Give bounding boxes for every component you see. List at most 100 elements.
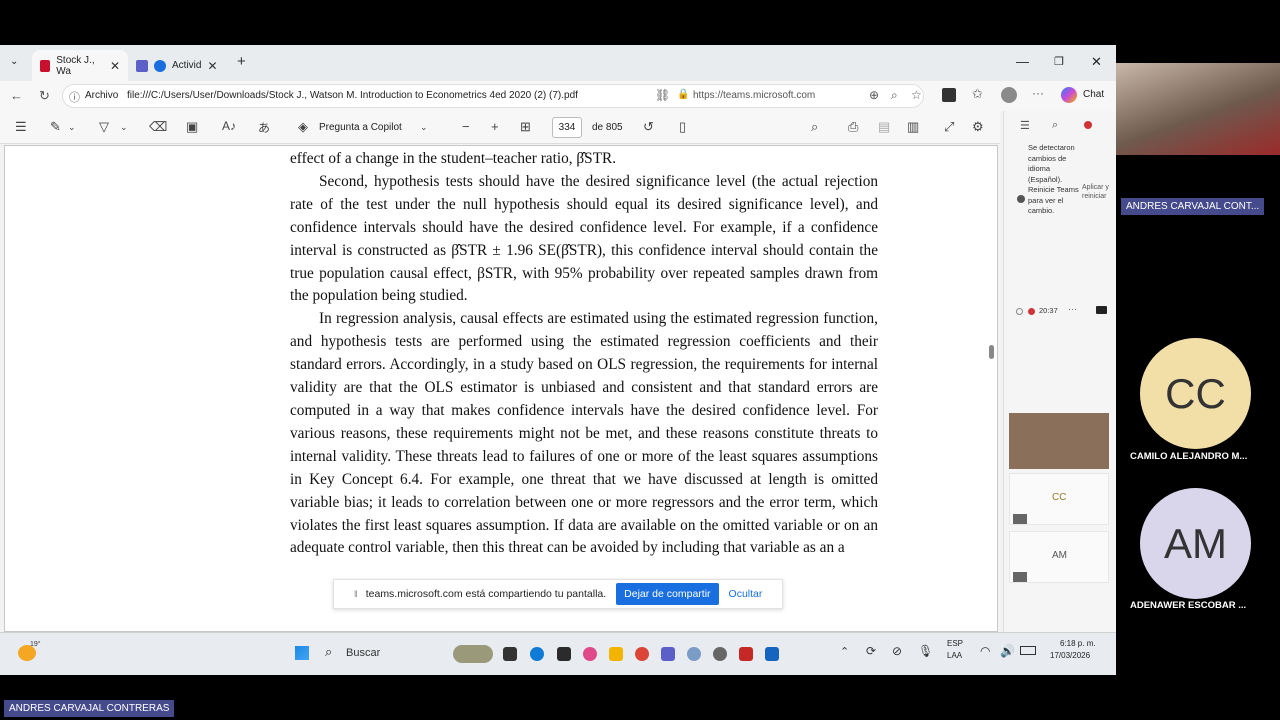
settings-icon[interactable]: ⚙ xyxy=(972,119,984,135)
battery-icon[interactable] xyxy=(1020,646,1036,655)
microphone-icon[interactable]: 🎙 xyxy=(918,644,933,658)
search-icon[interactable]: ⌕ xyxy=(811,119,818,135)
participant-initials: AM xyxy=(1052,550,1067,561)
secondary-url[interactable]: https://teams.microsoft.com xyxy=(693,90,815,101)
recording-icon xyxy=(154,59,166,72)
address-bar[interactable]: ⓘ Archivo file:///C:/Users/User/Download… xyxy=(62,84,924,108)
chevron-down-icon[interactable]: ⌄ xyxy=(420,122,428,133)
outlook-icon[interactable] xyxy=(765,647,779,661)
minimize-icon[interactable]: — xyxy=(1016,54,1029,69)
pdf-scrollbar[interactable] xyxy=(989,150,995,630)
favorite-star-icon[interactable]: ☆ xyxy=(911,88,922,102)
wifi-icon[interactable]: ◠ xyxy=(980,644,990,658)
participant-avatar-am[interactable]: AM xyxy=(1140,488,1251,599)
windows-start-icon[interactable] xyxy=(295,646,309,660)
language-top[interactable]: ESP xyxy=(947,639,963,648)
weather-temp: 19° xyxy=(30,641,41,648)
translate-icon[interactable]: ⊕ xyxy=(869,88,879,102)
page-number-input[interactable]: 334 xyxy=(552,117,582,138)
volume-icon[interactable]: 🔊 xyxy=(1000,644,1015,658)
rotate-icon[interactable]: ↺ xyxy=(643,119,654,135)
clock-time[interactable]: 6:18 p. m. xyxy=(1060,639,1096,648)
save-as-icon[interactable]: ▥ xyxy=(907,119,919,135)
tab-teams[interactable]: Activid ✕ xyxy=(128,50,228,81)
clock-date[interactable]: 17/03/2026 xyxy=(1050,651,1090,660)
copilot-app-icon[interactable] xyxy=(583,647,597,661)
chevron-down-icon[interactable]: ⌄ xyxy=(68,122,76,133)
pdf-app-icon[interactable] xyxy=(739,647,753,661)
search-icon[interactable]: ⌕ xyxy=(325,644,332,660)
edge-icon[interactable] xyxy=(530,647,544,661)
teams-icon[interactable] xyxy=(661,647,675,661)
tab-pdf[interactable]: Stock J., Wa ✕ xyxy=(32,50,128,81)
store-icon[interactable] xyxy=(557,647,571,661)
contents-icon[interactable]: ☰ xyxy=(15,119,27,135)
presenter-video[interactable] xyxy=(1116,63,1280,155)
close-icon[interactable]: ✕ xyxy=(207,59,217,73)
draw-icon[interactable]: ▽ xyxy=(99,119,109,135)
sync-icon[interactable]: ⟳ xyxy=(866,644,876,658)
restore-icon[interactable]: ❐ xyxy=(1054,55,1064,68)
favorites-icon[interactable]: ✩ xyxy=(972,86,983,102)
back-icon[interactable]: ← xyxy=(10,88,23,103)
taskbar-search[interactable]: Buscar xyxy=(346,647,380,659)
eraser-icon[interactable]: ⌫ xyxy=(149,119,167,135)
presenter-video-tile[interactable] xyxy=(1009,413,1109,469)
participant-name: ADENAWER ESCOBAR ... xyxy=(1130,600,1247,611)
url-text[interactable]: file:///C:/Users/User/Downloads/Stock J.… xyxy=(127,90,578,101)
textbox-icon[interactable]: ▣ xyxy=(186,119,198,135)
fullscreen-icon[interactable]: ⤢ xyxy=(944,119,954,135)
camera-icon[interactable] xyxy=(1096,306,1107,314)
language-bottom[interactable]: LAA xyxy=(947,651,962,660)
participant-avatar-cc[interactable]: CC xyxy=(1140,338,1251,449)
split-screen-icon[interactable] xyxy=(942,88,956,102)
profile-avatar[interactable] xyxy=(1001,87,1017,103)
chat-label[interactable]: Chat xyxy=(1083,89,1104,100)
search-icon[interactable]: ⌕ xyxy=(1052,119,1058,132)
menu-icon[interactable]: ☰ xyxy=(1020,119,1030,132)
chevron-down-icon[interactable]: ⌄ xyxy=(120,122,128,133)
participant-tile-am[interactable]: AM xyxy=(1009,531,1109,583)
fit-page-icon[interactable]: ⊞ xyxy=(520,119,531,135)
window-close-icon[interactable]: ✕ xyxy=(1091,54,1102,70)
chrome-icon[interactable] xyxy=(635,647,649,661)
folder-icon[interactable] xyxy=(609,647,623,661)
pdf-page-view[interactable]: effect of a change in the student–teache… xyxy=(4,145,998,632)
zoom-icon[interactable]: ⌕ xyxy=(891,88,898,103)
more-icon[interactable]: ··· xyxy=(1032,86,1044,100)
copilot-icon[interactable] xyxy=(1061,87,1077,103)
zoom-in-icon[interactable]: + xyxy=(491,119,499,134)
app-icon[interactable] xyxy=(687,647,701,661)
participant-tile-cc[interactable]: CC xyxy=(1009,473,1109,525)
widget-image[interactable] xyxy=(453,645,493,663)
copilot-icon[interactable]: ◈ xyxy=(298,119,308,135)
pdf-paragraph: effect of a change in the student–teache… xyxy=(290,150,617,167)
network-off-icon[interactable]: ⊘ xyxy=(892,644,902,658)
close-icon[interactable]: ✕ xyxy=(110,59,120,73)
refresh-icon[interactable]: ↻ xyxy=(39,88,50,104)
zoom-out-icon[interactable]: − xyxy=(462,119,470,134)
more-icon[interactable]: ··· xyxy=(1068,304,1077,314)
stop-sharing-button[interactable]: Dejar de compartir xyxy=(616,583,719,605)
page-view-icon[interactable]: ▯ xyxy=(679,119,686,135)
participant-name: CAMILO ALEJANDRO M... xyxy=(1130,451,1248,462)
drag-handle-icon[interactable]: ‖ xyxy=(354,589,358,599)
print-icon[interactable]: ⎙ xyxy=(848,119,858,135)
highlight-icon[interactable]: ✎ xyxy=(50,119,61,135)
tab-list-icon[interactable]: ⌄ xyxy=(10,56,18,67)
new-tab-icon[interactable]: + xyxy=(237,53,246,70)
read-aloud-icon[interactable]: A♪ xyxy=(222,119,236,133)
settings-icon[interactable] xyxy=(713,647,727,661)
apply-restart-link[interactable]: Aplicar y reiniciar xyxy=(1082,183,1116,201)
pdf-text: effect of a change in the student–teache… xyxy=(290,148,878,560)
scrollbar-thumb[interactable] xyxy=(989,345,994,359)
notification-dot xyxy=(1084,121,1092,129)
self-name-label: ANDRES CARVAJAL CONTRERAS xyxy=(4,700,175,717)
save-icon[interactable]: ▤ xyxy=(878,119,890,135)
translate-icon[interactable]: あ xyxy=(258,119,270,136)
file-explorer-icon[interactable] xyxy=(503,647,517,661)
hide-button[interactable]: Ocultar xyxy=(729,588,763,600)
chevron-up-icon[interactable]: ⌃ xyxy=(840,645,849,658)
copilot-ask-button[interactable]: Pregunta a Copilot xyxy=(319,122,402,133)
link-icon[interactable]: ⛓ xyxy=(655,88,670,102)
